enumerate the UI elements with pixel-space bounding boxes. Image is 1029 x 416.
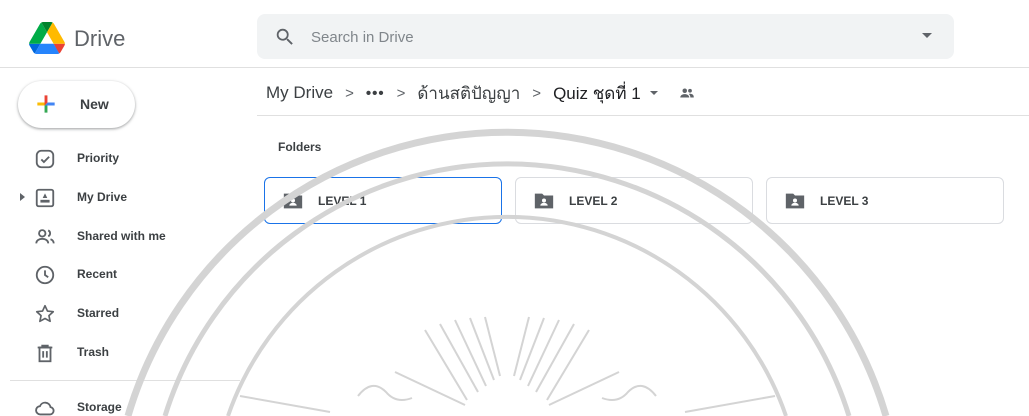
new-button-label: New — [80, 96, 109, 112]
breadcrumb-separator: > — [532, 84, 542, 102]
folder-card-level-1[interactable]: LEVEL 1 — [264, 177, 502, 224]
top-bar: Drive — [0, 0, 1029, 68]
breadcrumb-separator: > — [345, 84, 354, 102]
sidebar-item-label: Trash — [77, 345, 110, 359]
star-icon — [35, 304, 55, 323]
app-name[interactable]: Drive — [74, 26, 125, 52]
sidebar-item-my-drive[interactable]: My Drive — [0, 183, 240, 213]
folder-name: LEVEL 2 — [569, 194, 618, 208]
shared-folder-icon — [534, 193, 554, 209]
search-bar[interactable] — [257, 14, 954, 59]
sidebar-item-starred[interactable]: Starred — [0, 299, 240, 329]
expand-arrow-icon[interactable] — [20, 193, 25, 201]
sidebar-item-label: Priority — [77, 151, 120, 165]
folder-name: LEVEL 3 — [820, 194, 869, 208]
breadcrumb-item-parent[interactable]: ด้านสติปัญญา — [417, 80, 520, 107]
sidebar-divider — [10, 380, 240, 381]
sidebar-item-recent[interactable]: Recent — [0, 260, 240, 290]
cloud-icon — [35, 401, 55, 416]
search-options-caret-down-icon[interactable] — [922, 33, 932, 38]
sidebar-item-priority[interactable]: Priority — [0, 144, 240, 174]
shared-folder-icon — [283, 193, 303, 209]
trash-icon — [37, 344, 53, 363]
sidebar-item-storage[interactable]: Storage — [0, 393, 240, 416]
search-icon[interactable] — [274, 26, 296, 48]
priority-check-icon — [35, 149, 55, 169]
breadcrumb-separator: > — [396, 84, 406, 102]
folder-card-level-2[interactable]: LEVEL 2 — [515, 177, 753, 224]
clock-icon — [35, 265, 55, 285]
breadcrumb-item-my-drive[interactable]: My Drive — [266, 83, 333, 103]
plus-icon — [37, 95, 55, 113]
new-button[interactable]: New — [18, 81, 135, 128]
shared-folder-people-icon — [679, 88, 694, 98]
sidebar-item-shared-with-me[interactable]: Shared with me — [0, 222, 240, 252]
google-drive-logo-icon[interactable] — [29, 22, 65, 54]
sidebar-item-label: Storage — [77, 400, 122, 414]
sidebar-item-label: Shared with me — [77, 229, 166, 243]
folder-card-level-3[interactable]: LEVEL 3 — [766, 177, 1004, 224]
my-drive-icon — [35, 188, 55, 208]
breadcrumb: My Drive > ••• > ด้านสติปัญญา > Quiz ชุด… — [266, 80, 696, 106]
folder-menu-caret-down-icon[interactable] — [649, 91, 658, 95]
shared-folder-icon — [785, 193, 805, 209]
shared-people-icon — [35, 229, 55, 244]
sidebar-item-label: My Drive — [77, 190, 128, 204]
sidebar-item-label: Starred — [77, 306, 120, 320]
breadcrumb-more-button[interactable]: ••• — [366, 85, 385, 102]
folder-name: LEVEL 1 — [318, 194, 367, 208]
content-divider — [257, 115, 1029, 116]
breadcrumb-item-current[interactable]: Quiz ชุดที่ 1 — [553, 80, 641, 107]
folders-section-title: Folders — [278, 140, 322, 154]
sidebar-item-label: Recent — [77, 267, 118, 281]
search-input[interactable] — [311, 23, 871, 51]
sidebar-item-trash[interactable]: Trash — [0, 338, 240, 368]
